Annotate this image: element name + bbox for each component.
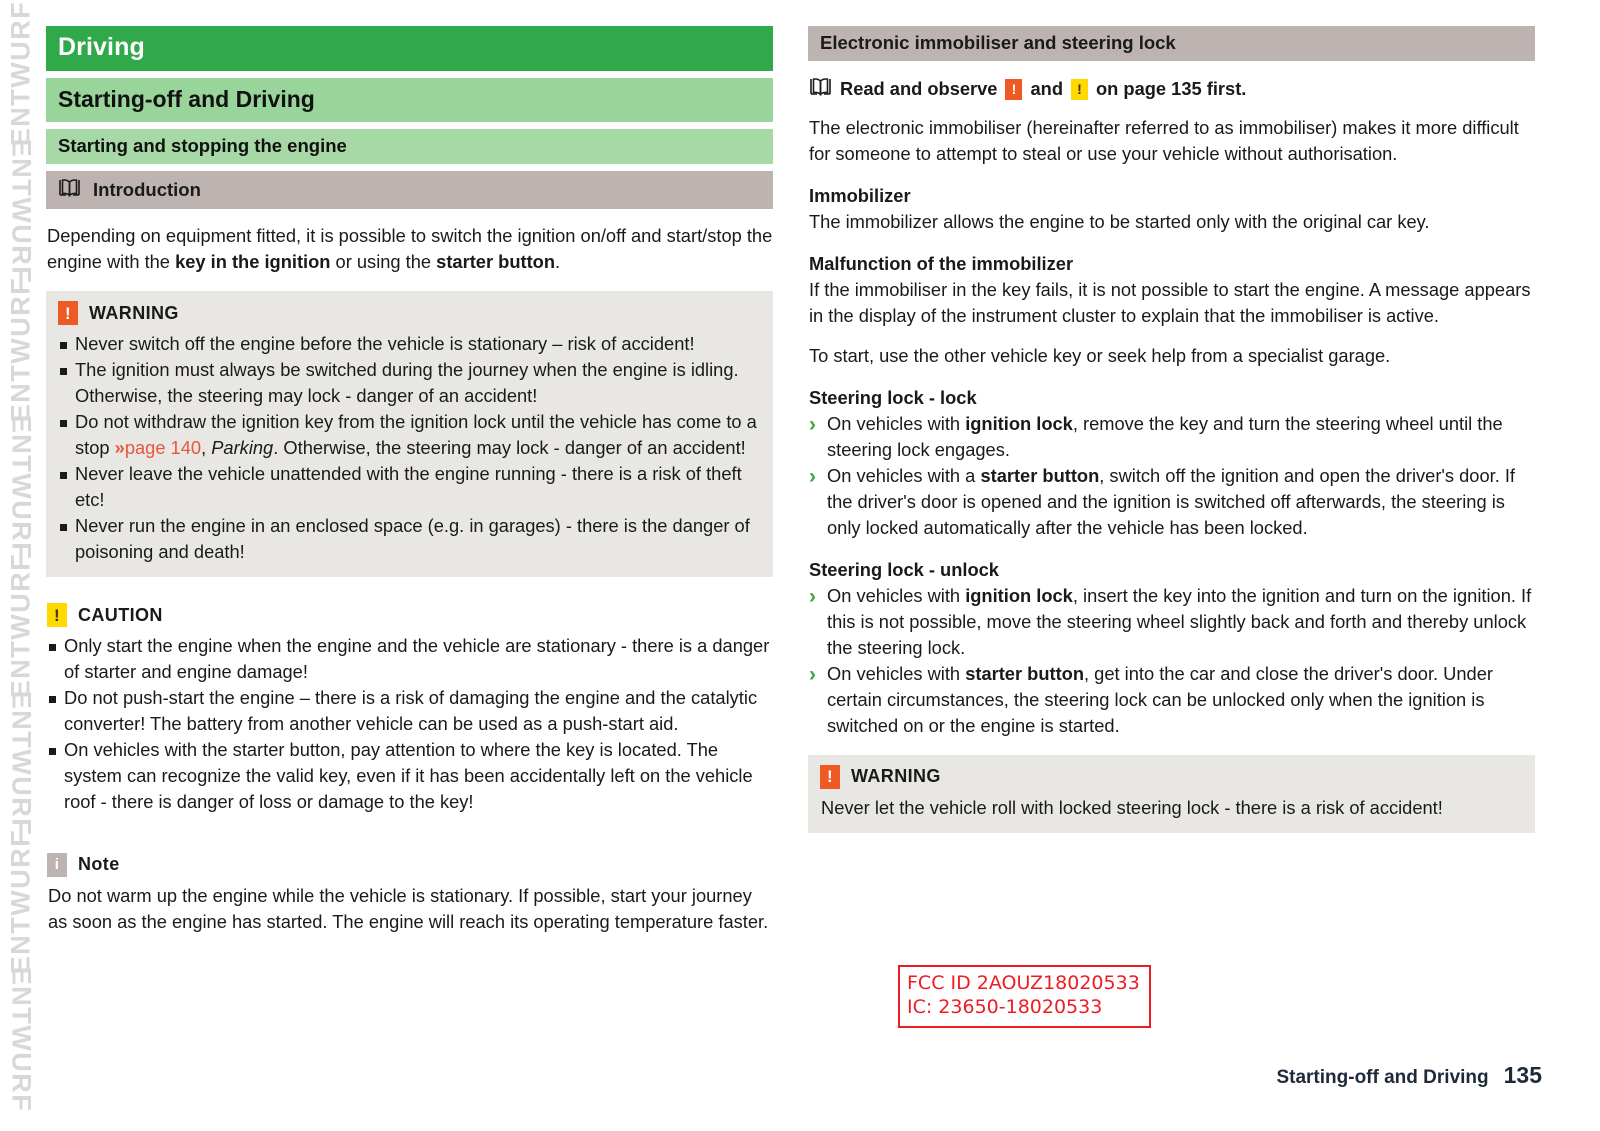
intro-bold-key-in-ignition: key in the ignition xyxy=(175,251,331,273)
warning-notice: ! WARNING Never let the vehicle roll wit… xyxy=(808,754,1535,833)
list-item-text-before: On vehicles with xyxy=(827,662,966,684)
section-banner: Starting-off and Driving xyxy=(46,77,773,122)
intro-bold-starter-button: starter button xyxy=(436,251,555,273)
watermark-text: ENTWURF xyxy=(5,0,36,147)
list-item: Do not push-start the engine – there is … xyxy=(47,685,773,737)
draft-watermark-strip: ENTWURF ENTWURF ENTWURF ENTWURF ENTWURF … xyxy=(0,0,42,1131)
list-item: Only start the engine when the engine an… xyxy=(47,633,773,685)
watermark-text: ENTWURF xyxy=(6,690,37,837)
warning-list: Never switch off the engine before the v… xyxy=(58,331,761,565)
watermark-text: ENTWURF xyxy=(5,828,36,975)
warning-notice: ! WARNING Never switch off the engine be… xyxy=(46,291,773,578)
list-item-text-before: On vehicles with xyxy=(827,413,966,435)
intro-text-part3: . xyxy=(555,251,561,273)
watermark-text: ENTWURF xyxy=(6,138,37,285)
watermark-text: ENTWURF xyxy=(6,966,37,1113)
immobilizer-heading: Immobilizer xyxy=(809,185,911,207)
list-item: On vehicles with ignition lock, insert t… xyxy=(808,582,1535,661)
immobiliser-intro-paragraph: The electronic immobiliser (hereinafter … xyxy=(809,117,1519,165)
watermark-text: ENTWURF xyxy=(5,276,36,423)
subsection-banner: Starting and stopping the engine xyxy=(46,128,773,165)
list-item-text-before: On vehicles with a xyxy=(827,465,981,486)
note-notice-header: i Note xyxy=(47,852,773,877)
chapter-banner: Driving xyxy=(46,26,773,71)
steering-lock-lock-list: On vehicles with ignition lock, remove t… xyxy=(808,410,1535,541)
book-icon xyxy=(809,77,832,101)
fcc-id-line: FCC ID 2AOUZ18020533 xyxy=(907,972,1140,994)
page-footer: Starting-off and Driving 135 xyxy=(1276,1062,1542,1089)
crossreference-link[interactable]: page 140 xyxy=(125,437,201,458)
info-badge-icon: i xyxy=(47,852,67,877)
ic-id-line: IC: 23650-18020533 xyxy=(907,996,1103,1019)
warning-badge-icon: ! xyxy=(58,301,78,326)
caution-badge-icon: ! xyxy=(1071,78,1088,100)
manual-page: Driving Starting-off and Driving Startin… xyxy=(0,0,1600,1131)
topic-banner-label: Electronic immobiliser and steering lock xyxy=(820,32,1176,53)
note-notice: i Note Do not warm up the engine while t… xyxy=(46,843,773,947)
observe-text-mid: and xyxy=(1030,78,1063,100)
left-column: Driving Starting-off and Driving Startin… xyxy=(46,26,773,947)
xref-section-title: Parking xyxy=(211,437,274,459)
steering-lock-lock-heading: Steering lock - lock xyxy=(809,387,977,409)
list-item-bold-term: ignition lock xyxy=(965,584,1073,606)
list-item: Never run the engine in an enclosed spac… xyxy=(58,513,761,565)
xref-comma: , xyxy=(201,437,212,459)
read-and-observe-line: Read and observe ! and ! on page 135 fir… xyxy=(809,77,1535,101)
book-icon xyxy=(58,178,81,201)
introduction-paragraph: Depending on equipment fitted, it is pos… xyxy=(47,223,773,275)
warning-badge-icon: ! xyxy=(1005,78,1023,100)
list-item: The ignition must always be switched dur… xyxy=(58,357,761,409)
malfunction-followup-text: To start, use the other vehicle key or s… xyxy=(809,345,1391,367)
malfunction-text: If the immobiliser in the key fails, it … xyxy=(809,279,1531,327)
note-notice-title: Note xyxy=(78,854,120,875)
watermark-text: ENTWURF xyxy=(5,552,36,699)
warning-notice-text: Never let the vehicle roll with locked s… xyxy=(821,796,1443,818)
steering-lock-unlock-list: On vehicles with ignition lock, insert t… xyxy=(808,582,1535,739)
list-item-bold-term: starter button xyxy=(980,465,1100,486)
list-item: On vehicles with the starter button, pay… xyxy=(47,737,773,815)
observe-text-before: Read and observe xyxy=(840,78,998,100)
immobilizer-text: The immobilizer allows the engine to be … xyxy=(809,211,1430,233)
list-item: On vehicles with starter button, get int… xyxy=(808,660,1535,739)
intro-text-part2: or using the xyxy=(330,251,437,273)
list-item: On vehicles with a starter button, switc… xyxy=(808,462,1535,541)
caution-notice-title: CAUTION xyxy=(78,604,163,625)
footer-section-title: Starting-off and Driving xyxy=(1276,1067,1489,1088)
caution-list: Only start the engine when the engine an… xyxy=(47,633,773,815)
warning-notice-title: WARNING xyxy=(851,766,941,787)
page-number: 135 xyxy=(1503,1062,1542,1088)
fcc-id-label: FCC ID 2AOUZ18020533 IC: 23650-18020533 xyxy=(898,965,1151,1028)
malfunction-heading: Malfunction of the immobilizer xyxy=(809,253,1074,275)
caution-notice-header: ! CAUTION xyxy=(47,603,773,628)
warning-notice-title: WARNING xyxy=(89,302,179,323)
warning-notice-header: ! WARNING xyxy=(820,764,1523,789)
list-item-text-before: On vehicles with xyxy=(827,584,966,606)
warning-badge-icon: ! xyxy=(820,764,840,789)
watermark-text: ENTWURF xyxy=(6,414,37,561)
list-item-bold-term: ignition lock xyxy=(965,413,1073,435)
warning-notice-header: ! WARNING xyxy=(58,301,761,326)
observe-text-after: on page 135 first. xyxy=(1096,78,1247,100)
list-item: Never switch off the engine before the v… xyxy=(58,331,761,357)
note-notice-text: Do not warm up the engine while the vehi… xyxy=(48,884,769,932)
list-item-with-crossreference: Do not withdraw the ignition key from th… xyxy=(58,409,761,461)
xref-text-after: . Otherwise, the steering may lock - dan… xyxy=(273,437,746,459)
right-column: Electronic immobiliser and steering lock… xyxy=(808,26,1535,833)
crossreference-arrow-icon: » xyxy=(114,437,125,459)
list-item: On vehicles with ignition lock, remove t… xyxy=(808,410,1535,463)
list-item: Never leave the vehicle unattended with … xyxy=(58,461,761,513)
introduction-banner: Introduction xyxy=(46,171,773,210)
steering-lock-unlock-heading: Steering lock - unlock xyxy=(809,558,999,580)
caution-notice: ! CAUTION Only start the engine when the… xyxy=(46,593,773,827)
topic-banner: Electronic immobiliser and steering lock xyxy=(808,26,1535,62)
introduction-banner-label: Introduction xyxy=(93,178,201,200)
caution-badge-icon: ! xyxy=(47,603,67,628)
list-item-bold-term: starter button xyxy=(965,662,1085,684)
